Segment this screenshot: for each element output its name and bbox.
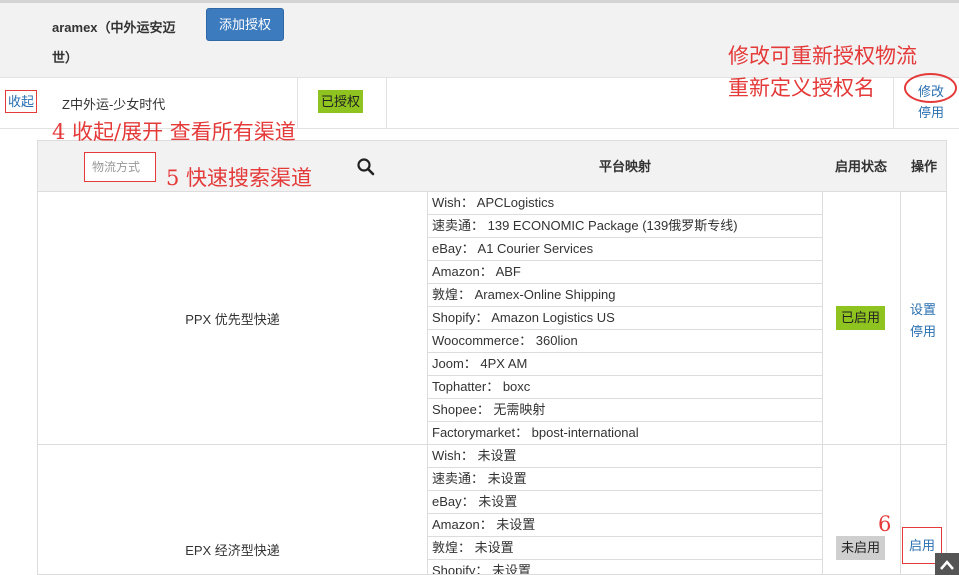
channel-status-badge: 已启用 [836,306,886,330]
annotation-collapse-hint: 4 收起/展开 查看所有渠道 [52,120,296,144]
mapping-item: eBay： 未设置 [428,491,822,514]
carrier-name: aramex（中外运安迈 世） [52,20,176,65]
mapping-item: Amazon： ABF [428,261,822,284]
header-ops: 操作 [910,159,937,174]
mapping-item: Wish： APCLogistics [428,192,822,215]
channel-status-badge: 未启用 [836,536,886,560]
edit-highlight-ellipse [904,73,957,103]
mapping-item: Amazon： 未设置 [428,514,822,537]
collapse-link[interactable]: 收起 [5,90,38,113]
mapping-item: Tophatter： boxc [428,376,822,399]
mapping-item: Wish： 未设置 [428,445,822,468]
divider [893,78,894,129]
mapping-item: 敦煌： 未设置 [428,537,822,560]
divider [297,78,298,129]
annotation-search-hint: 5 快速搜索渠道 [166,166,313,190]
header-status: 启用状态 [834,159,887,174]
annotation-edit-hint-2: 重新定义授权名 [728,76,875,100]
divider [386,78,387,129]
channel-table: 物流方式 平台映射 启用状态 操作 PPX 优先型快递 Wish： APCLog… [37,140,947,575]
mapping-item: 速卖通： 未设置 [428,468,822,491]
mapping-item: 速卖通： 139 ECONOMIC Package (139俄罗斯专线) [428,215,822,238]
channel-name: EPX 经济型快递 [185,543,280,558]
annotation-edit-hint-1: 修改可重新授权物流 [728,44,917,68]
header-mapping: 平台映射 [598,159,651,174]
scroll-top-button[interactable] [935,553,959,575]
auth-name: Z中外运-少女时代 [62,97,166,112]
mapping-item: Shopify： Amazon Logistics US [428,307,822,330]
mapping-item: eBay： A1 Courier Services [428,238,822,261]
mapping-item: Shopify： 未设置 [428,560,822,574]
annotation-enable-hint: 6 [878,512,892,536]
disable-auth-link[interactable]: 停用 [918,104,944,122]
channel-name: PPX 优先型快递 [185,312,280,327]
mapping-item: Shopee： 无需映射 [428,399,822,422]
chevron-up-icon [940,560,954,570]
search-icon[interactable] [356,157,376,177]
mapping-item: Woocommerce： 360lion [428,330,822,353]
add-auth-button[interactable]: 添加授权 [206,8,284,41]
column-divider [900,192,901,574]
column-divider [822,192,823,574]
channel-disable-link[interactable]: 停用 [910,321,936,340]
channel-settings-link[interactable]: 设置 [910,299,936,318]
mapping-item: Joom： 4PX AM [428,353,822,376]
channel-search-input[interactable]: 物流方式 [84,152,156,182]
mapping-item: Factorymarket： bpost-international [432,425,639,440]
mapping-item: 敦煌： Aramex-Online Shipping [428,284,822,307]
auth-status-badge: 已授权 [318,90,364,113]
